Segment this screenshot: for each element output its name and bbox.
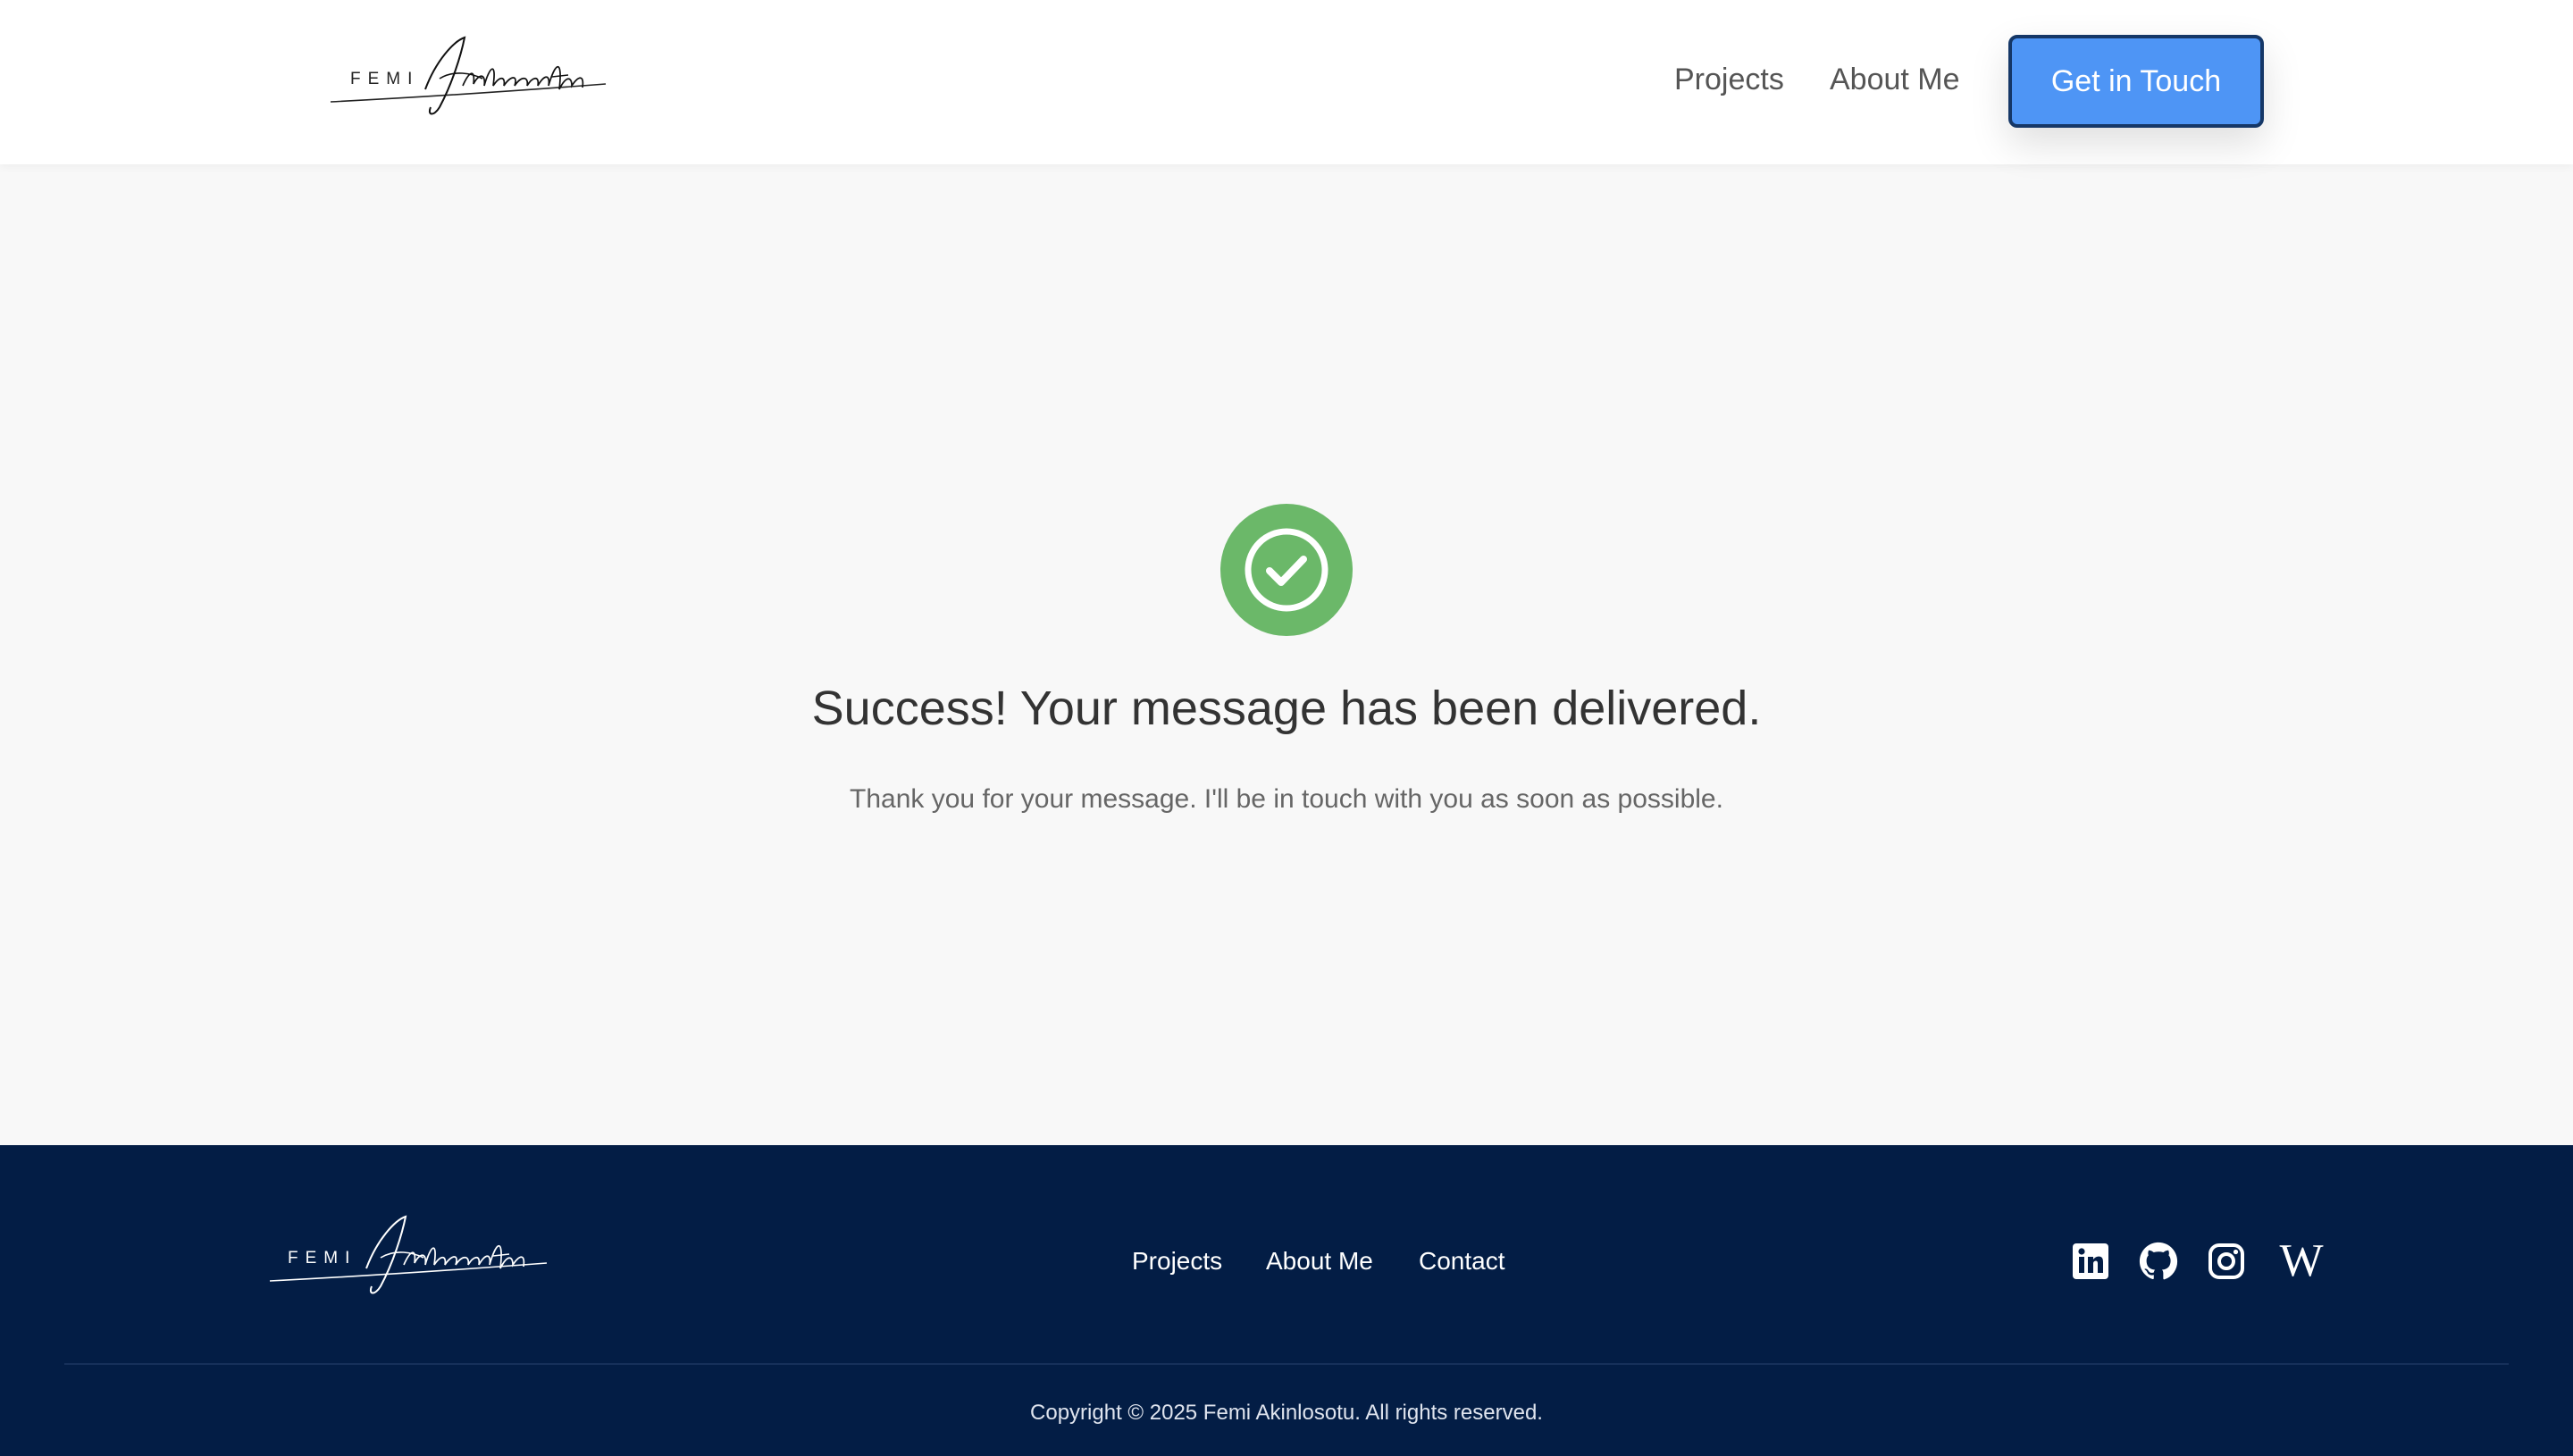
footer-projects-link[interactable]: Projects [1132, 1247, 1222, 1276]
check-circle-icon [1220, 504, 1353, 636]
site-header: FEMI Projects About Me Get in Touch [0, 0, 2573, 164]
success-section: Success! Your message has been delivered… [0, 164, 2573, 1145]
success-message: Thank you for your message. I'll be in t… [850, 784, 1723, 814]
instagram-icon[interactable] [2207, 1242, 2246, 1281]
site-footer: FEMI Projects About Me Contact W Copyrig… [0, 1145, 2573, 1456]
success-title: Success! Your message has been delivered… [811, 682, 1762, 735]
footer-logo[interactable]: FEMI [268, 1213, 550, 1299]
github-icon[interactable] [2139, 1242, 2178, 1281]
nav-projects-link[interactable]: Projects [1674, 63, 1784, 97]
signature-logo-graphic: FEMI [269, 1215, 548, 1294]
footer-divider [64, 1363, 2509, 1365]
site-logo[interactable]: FEMI [329, 34, 608, 120]
wikipedia-icon[interactable]: W [2275, 1238, 2328, 1284]
linkedin-icon[interactable] [2071, 1242, 2110, 1281]
copyright-text: Copyright © 2025 Femi Akinlosotu. All ri… [1030, 1401, 1543, 1425]
footer-about-link[interactable]: About Me [1266, 1247, 1373, 1276]
svg-text:FEMI: FEMI [350, 70, 419, 88]
nav-about-link[interactable]: About Me [1830, 63, 1960, 97]
signature-logo-graphic: FEMI [330, 36, 607, 115]
get-in-touch-button[interactable]: Get in Touch [2008, 35, 2264, 128]
footer-contact-link[interactable]: Contact [1419, 1247, 1505, 1276]
svg-text:FEMI: FEMI [288, 1249, 356, 1268]
